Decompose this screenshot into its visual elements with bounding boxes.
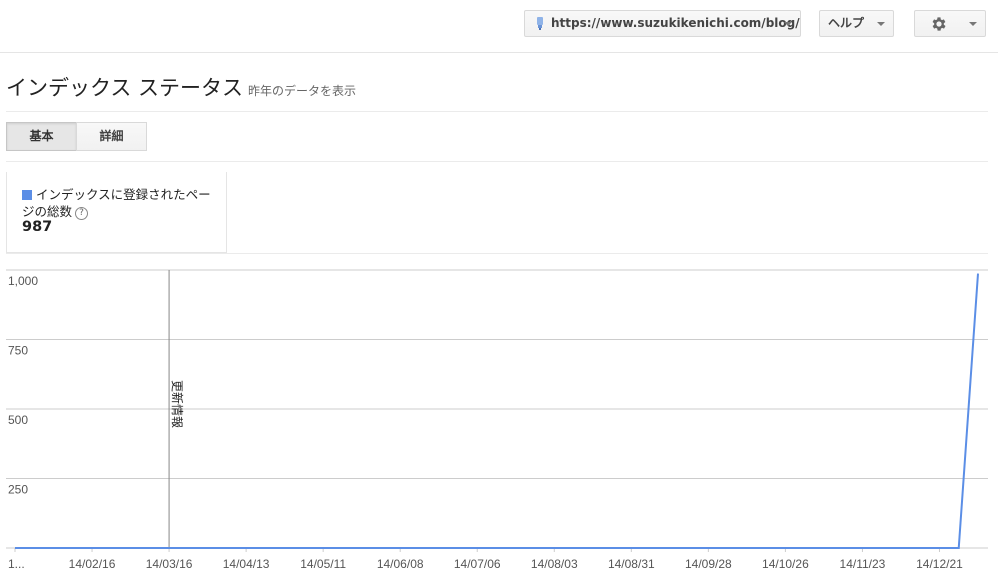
index-status-chart[interactable]: 1,000 750 500 250 1... 14/02/16 14/03/16 14/04/… xyxy=(0,262,998,572)
top-bar: https://www.suzukikenichi.com/blog/ ヘルプ xyxy=(0,0,998,53)
view-tabs: 基本 詳細 xyxy=(6,122,147,151)
x-tick-label: 14/04/13 xyxy=(223,557,270,571)
chevron-down-icon xyxy=(969,22,977,26)
chevron-down-icon xyxy=(877,22,885,26)
tab-advanced[interactable]: 詳細 xyxy=(76,122,147,151)
y-tick-label: 500 xyxy=(8,413,28,427)
divider xyxy=(6,111,988,112)
x-tick-label: 14/08/31 xyxy=(608,557,655,571)
x-tick-label: 14/11/23 xyxy=(840,557,886,571)
x-tick-label: 14/08/03 xyxy=(531,557,578,571)
x-tick-label: 14/02/16 xyxy=(69,557,116,571)
site-selector-button[interactable]: https://www.suzukikenichi.com/blog/ xyxy=(524,10,801,37)
settings-button[interactable] xyxy=(914,10,986,37)
series-line xyxy=(15,273,979,549)
y-tick-label: 750 xyxy=(8,344,28,358)
question-mark-icon[interactable]: ? xyxy=(75,207,89,220)
x-tick-label: 14/05/11 xyxy=(300,557,346,571)
x-tick-label: 14/03/16 xyxy=(146,557,193,571)
x-tick-label: 14/07/06 xyxy=(454,557,501,571)
page-subtitle: 昨年のデータを表示 xyxy=(248,84,357,98)
x-tick-label: 14/12/21 xyxy=(916,557,963,571)
divider xyxy=(6,253,988,254)
x-tick-label: 1... xyxy=(8,557,25,571)
site-url-label: https://www.suzukikenichi.com/blog/ xyxy=(551,16,800,30)
help-button[interactable]: ヘルプ xyxy=(819,10,894,37)
site-favicon-icon xyxy=(537,17,543,30)
gear-icon xyxy=(932,17,946,31)
x-tick-label: 14/06/08 xyxy=(377,557,424,571)
title-row: インデックス ステータス 昨年のデータを表示 xyxy=(6,72,356,102)
tab-basic[interactable]: 基本 xyxy=(6,122,77,151)
x-tick-label: 14/10/26 xyxy=(762,557,809,571)
annotation-label: 更新情報 xyxy=(170,380,185,428)
help-label: ヘルプ xyxy=(828,16,865,30)
y-tick-label: 250 xyxy=(8,483,28,497)
page-title: インデックス ステータス xyxy=(6,76,244,100)
legend-card: インデックスに登録されたページの総数? 987 xyxy=(6,172,227,253)
legend-value: 987 xyxy=(22,219,53,235)
y-tick-label: 1,000 xyxy=(8,274,38,288)
legend-label: インデックスに登録されたページの総数? xyxy=(22,187,211,220)
chevron-down-icon xyxy=(784,22,792,26)
divider xyxy=(6,161,988,162)
x-tick-label: 14/09/28 xyxy=(685,557,732,571)
